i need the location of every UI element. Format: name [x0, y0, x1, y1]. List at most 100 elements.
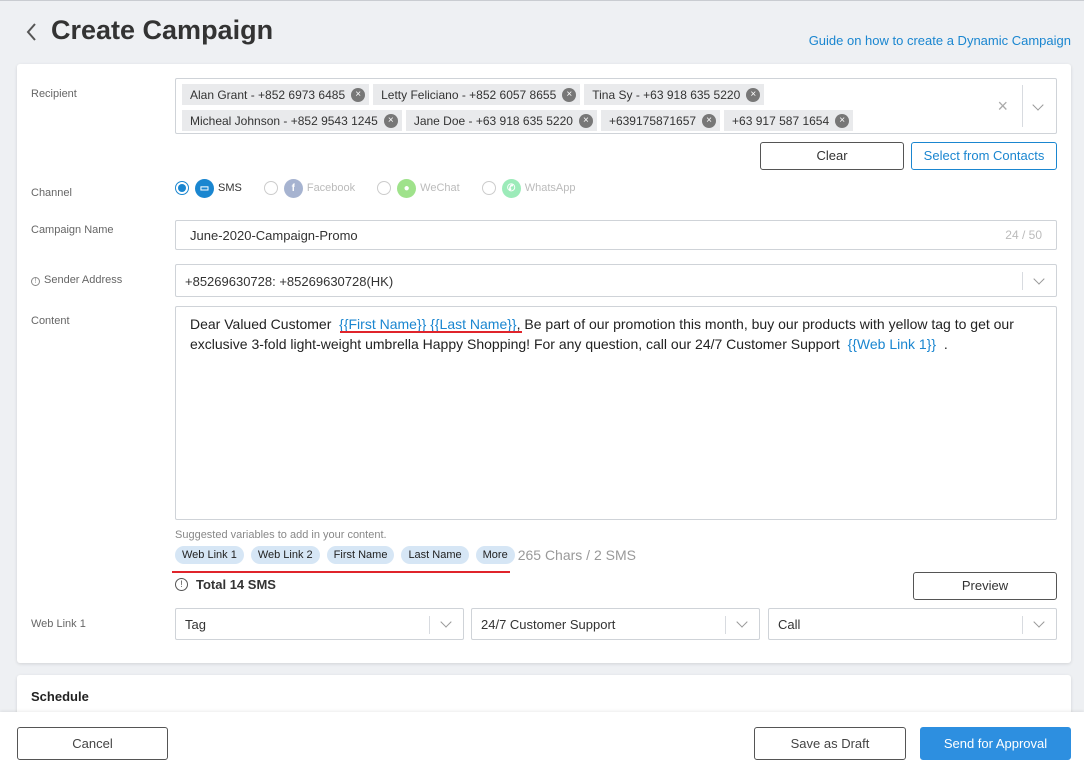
web-link-name-select[interactable]: 24/7 Customer Support	[471, 608, 760, 640]
campaign-form-card: Recipient Alan Grant - +852 6973 6485 × L…	[17, 64, 1071, 663]
recipient-input[interactable]: Alan Grant - +852 6973 6485 × Letty Felic…	[175, 78, 1057, 134]
radio-selected[interactable]	[175, 181, 189, 195]
content-text: Dear Valued Customer	[190, 316, 332, 332]
schedule-title: Schedule	[31, 689, 89, 704]
total-sms: ! Total 14 SMS	[175, 577, 276, 592]
radio[interactable]	[263, 181, 278, 195]
recipient-tag-label: +63 917 587 1654	[732, 113, 830, 128]
total-sms-text: Total 14 SMS	[196, 577, 276, 592]
recipient-tags: Alan Grant - +852 6973 6485 × Letty Felic…	[182, 82, 962, 134]
recipient-tag: Letty Feliciano - +852 6057 8655 ×	[373, 84, 581, 105]
remove-tag-icon[interactable]: ×	[578, 113, 593, 128]
guide-link[interactable]: Guide on how to create a Dynamic Campaig…	[809, 33, 1071, 48]
page-title: Create Campaign	[51, 15, 274, 45]
channel-wechat[interactable]: ● WeChat	[377, 178, 482, 198]
divider	[1022, 85, 1023, 127]
divider	[1022, 616, 1023, 634]
channel-sms-label: SMS	[218, 182, 242, 194]
channel-facebook[interactable]: f Facebook	[263, 178, 377, 198]
red-underline-annotation	[172, 571, 510, 573]
send-for-approval-button[interactable]: Send for Approval	[920, 727, 1071, 760]
variable-first-name: {{First Name}}	[339, 316, 427, 332]
chip-first-name[interactable]: First Name	[326, 546, 395, 564]
channel-label: Channel	[31, 187, 72, 199]
variable-web-link: {{Web Link 1}}	[847, 336, 937, 352]
chevron-down-icon[interactable]	[1033, 273, 1045, 285]
clear-button[interactable]: Clear	[760, 142, 904, 170]
remove-tag-icon[interactable]: ×	[351, 87, 366, 102]
facebook-icon: f	[283, 178, 303, 198]
content-label: Content	[31, 315, 70, 327]
divider	[429, 616, 430, 634]
select-value: 24/7 Customer Support	[481, 617, 616, 632]
radio[interactable]	[377, 181, 392, 195]
preview-button[interactable]: Preview	[913, 572, 1057, 600]
chip-web-link-1[interactable]: Web Link 1	[175, 546, 244, 564]
chevron-down-icon[interactable]	[440, 616, 452, 628]
content-text: .	[943, 336, 948, 352]
channel-whatsapp-label: WhatsApp	[524, 182, 576, 194]
recipient-tag: +63 917 587 1654 ×	[724, 110, 854, 131]
recipient-tag: Alan Grant - +852 6973 6485 ×	[182, 84, 370, 105]
recipient-tag-label: Letty Feliciano - +852 6057 8655	[381, 87, 557, 102]
select-value: Tag	[185, 617, 206, 632]
sender-address-label-text: Sender Address	[44, 274, 123, 286]
red-underline-annotation	[340, 331, 522, 333]
channel-wechat-label: WeChat	[420, 182, 460, 194]
remove-tag-icon[interactable]: ×	[746, 87, 761, 102]
chip-more[interactable]: More	[475, 546, 515, 564]
chevron-down-icon[interactable]	[736, 616, 748, 628]
chevron-down-icon[interactable]	[1032, 99, 1044, 111]
recipient-tag-label: Tina Sy - +63 918 635 5220	[592, 87, 741, 102]
variable-last-name: {{Last Name}}	[430, 316, 517, 332]
recipient-tag: Micheal Johnson - +852 9543 1245 ×	[182, 110, 402, 131]
channel-facebook-label: Facebook	[306, 182, 356, 194]
info-icon: !	[175, 578, 188, 591]
whatsapp-icon: ✆	[501, 178, 521, 198]
remove-tag-icon[interactable]: ×	[562, 87, 577, 102]
suggested-variable-chips: Web Link 1 Web Link 2 First Name Last Na…	[175, 546, 636, 564]
remove-tag-icon[interactable]: ×	[383, 113, 398, 128]
divider	[1022, 272, 1023, 290]
channel-whatsapp[interactable]: ✆ WhatsApp	[481, 178, 598, 198]
wechat-icon: ●	[397, 178, 417, 198]
chip-web-link-2[interactable]: Web Link 2	[250, 546, 320, 564]
back-arrow-icon[interactable]	[22, 20, 42, 44]
sender-address-label: ! Sender Address	[31, 274, 122, 286]
chevron-down-icon[interactable]	[1033, 616, 1045, 628]
channel-options: ▭ SMS f Facebook ● WeChat ✆ WhatsApp	[175, 178, 597, 198]
char-counter: 24 / 50	[1005, 228, 1042, 242]
recipient-tag: Jane Doe - +63 918 635 5220 ×	[405, 110, 597, 131]
char-count: 265 Chars / 2 SMS	[517, 547, 636, 563]
channel-sms[interactable]: ▭ SMS	[175, 178, 264, 198]
remove-tag-icon[interactable]: ×	[702, 113, 717, 128]
radio[interactable]	[481, 181, 496, 195]
web-link-type-select[interactable]: Tag	[175, 608, 464, 640]
divider	[725, 616, 726, 634]
campaign-name-label: Campaign Name	[31, 224, 114, 236]
web-link-action-select[interactable]: Call	[768, 608, 1057, 640]
web-link-label: Web Link 1	[31, 618, 86, 630]
recipient-label: Recipient	[31, 88, 77, 100]
content-textarea[interactable]: Dear Valued Customer {{First Name}} {{La…	[175, 306, 1057, 520]
campaign-name-value: June-2020-Campaign-Promo	[190, 228, 358, 243]
clear-all-icon[interactable]: ×	[997, 96, 1008, 117]
chip-last-name[interactable]: Last Name	[401, 546, 469, 564]
suggested-variables-label: Suggested variables to add in your conte…	[175, 529, 387, 541]
info-icon: !	[31, 277, 40, 286]
recipient-tag-label: +639175871657	[608, 113, 697, 128]
sender-address-select[interactable]: +85269630728: +85269630728(HK)	[175, 264, 1057, 297]
recipient-tag-label: Jane Doe - +63 918 635 5220	[413, 113, 573, 128]
sms-icon: ▭	[195, 178, 214, 198]
remove-tag-icon[interactable]: ×	[835, 113, 850, 128]
cancel-button[interactable]: Cancel	[17, 727, 168, 760]
recipient-tag-label: Alan Grant - +852 6973 6485	[190, 87, 346, 102]
footer-bar: Cancel Save as Draft Send for Approval	[0, 712, 1084, 771]
save-as-draft-button[interactable]: Save as Draft	[754, 727, 906, 760]
select-value: Call	[778, 617, 801, 632]
sender-address-value: +85269630728: +85269630728(HK)	[185, 274, 394, 289]
recipient-tag-label: Micheal Johnson - +852 9543 1245	[190, 113, 378, 128]
campaign-name-input[interactable]: June-2020-Campaign-Promo 24 / 50	[175, 220, 1057, 250]
select-from-contacts-button[interactable]: Select from Contacts	[911, 142, 1057, 170]
page-header: Create Campaign Guide on how to create a…	[0, 0, 1084, 64]
